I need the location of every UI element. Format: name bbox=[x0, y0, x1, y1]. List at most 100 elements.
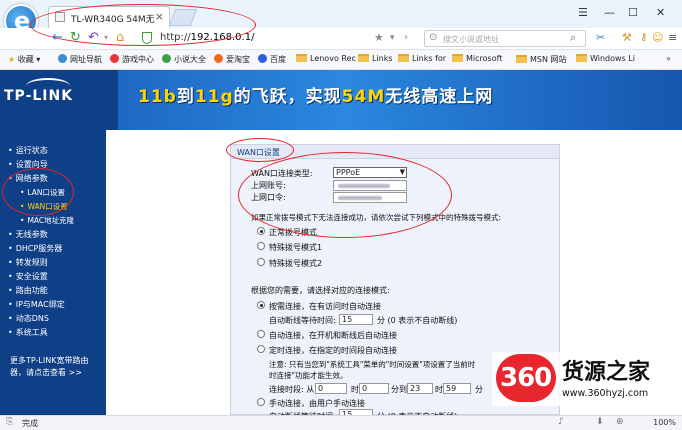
hour-unit: 时 bbox=[351, 385, 359, 394]
search-placeholder: 搜文小说或地址 bbox=[443, 35, 499, 44]
sidebar-item-status[interactable]: 运行状态 bbox=[8, 145, 48, 156]
dial-mode-normal-radio[interactable] bbox=[257, 227, 265, 235]
wrench-icon[interactable]: ⚒ bbox=[622, 31, 632, 45]
go-icon[interactable]: › bbox=[404, 31, 408, 45]
bookmark-folder[interactable]: Windows Li bbox=[576, 54, 635, 63]
bookmark-folder[interactable]: Links for bbox=[398, 54, 446, 63]
period-to-minute-input[interactable]: 59 bbox=[443, 383, 471, 394]
hour-unit: 时 bbox=[435, 385, 443, 394]
download-icon[interactable]: ⬇ bbox=[596, 417, 604, 427]
auto-disconnect-unit: 分 (0 表示不自动断线) bbox=[377, 316, 458, 325]
more-bookmarks-icon[interactable]: » bbox=[666, 54, 671, 63]
sidebar-item-dhcp[interactable]: DHCP服务器 bbox=[8, 243, 63, 254]
game-icon bbox=[110, 54, 119, 63]
connect-mode-title: 根据您的需要，请选择对应的连接模式: bbox=[251, 286, 390, 295]
bookmark-label: Microsoft bbox=[466, 54, 503, 63]
sidebar-item-security[interactable]: 安全设置 bbox=[8, 271, 48, 282]
bookmark-item[interactable]: 游戏中心 bbox=[110, 54, 154, 65]
bookmark-folder[interactable]: Lenovo Rec bbox=[296, 54, 356, 63]
slogan-part: 11b bbox=[138, 87, 177, 107]
bookmark-folder[interactable]: Links bbox=[358, 54, 393, 63]
window-close-icon[interactable]: ✕ bbox=[656, 6, 665, 19]
more-products-link[interactable]: 更多TP-LINK宽带路由器，请点击查看 >> bbox=[10, 355, 102, 379]
period-label: 连接时段: 从 bbox=[269, 385, 315, 394]
chevron-down-icon[interactable]: ▾ bbox=[390, 31, 395, 45]
search-box[interactable]: ⊙ 搜文小说或地址 bbox=[424, 30, 586, 47]
baidu-paw-icon bbox=[258, 54, 267, 63]
smiley-icon[interactable]: ☺ bbox=[652, 31, 663, 45]
minimize-icon[interactable]: — bbox=[604, 6, 615, 19]
watermark-badge-text: 360 bbox=[500, 363, 552, 393]
timed-note: 注意: 只有当您到"系统工具"菜单的"时间设置"项设置了当前时 bbox=[269, 360, 476, 369]
bookmark-label: 爱淘宝 bbox=[226, 55, 250, 64]
bookmark-item[interactable]: 爱淘宝 bbox=[214, 54, 250, 65]
dial-mode-special2-radio[interactable] bbox=[257, 258, 265, 266]
search-engine-icon: ⊙ bbox=[429, 32, 438, 43]
dial-mode-label: 特殊拨号模式2 bbox=[269, 259, 323, 268]
minute-unit: 分 bbox=[475, 385, 483, 394]
globe-icon bbox=[58, 54, 67, 63]
connect-on-demand-radio[interactable] bbox=[257, 301, 265, 309]
bookmark-item[interactable]: 网址导航 bbox=[58, 54, 102, 65]
taobao-icon bbox=[214, 54, 223, 63]
menu-icon[interactable]: ≡ bbox=[668, 31, 677, 45]
sidebar-item-mac-clone[interactable]: MAC地址克隆 bbox=[20, 215, 74, 226]
dial-mode-special1-radio[interactable] bbox=[257, 242, 265, 250]
slogan-part: 54M bbox=[341, 87, 386, 107]
connect-timed-radio[interactable] bbox=[257, 345, 265, 353]
watermark-badge: 360 bbox=[496, 354, 556, 402]
slogan-part: 的飞跃，实现 bbox=[233, 87, 342, 107]
connect-auto-radio[interactable] bbox=[257, 330, 265, 338]
bookmark-folder[interactable]: MSN 网站 bbox=[516, 54, 567, 65]
period-from-hour-input[interactable]: 0 bbox=[315, 383, 347, 394]
folder-icon bbox=[398, 54, 409, 62]
watermark-url: www.360hyzj.com bbox=[562, 388, 649, 399]
bookmark-item[interactable]: 小说大全 bbox=[162, 54, 206, 65]
watermark: 360 货源之家 www.360hyzj.com bbox=[492, 352, 682, 406]
bookmark-label: Windows Li bbox=[590, 54, 635, 63]
bookmark-folder[interactable]: Microsoft bbox=[452, 54, 502, 63]
scissors-icon[interactable]: ✂ bbox=[596, 31, 605, 45]
bookmark-label: 小说大全 bbox=[174, 55, 206, 64]
maximize-icon[interactable]: ☐ bbox=[628, 6, 638, 19]
sidebar-item-routing[interactable]: 路由功能 bbox=[8, 285, 48, 296]
sidebar-item-ip-mac-binding[interactable]: IP与MAC绑定 bbox=[8, 299, 65, 310]
bookmark-item[interactable]: 百度 bbox=[258, 54, 286, 65]
connect-mode-label: 按需连接，在有访问时自动连接 bbox=[269, 302, 381, 311]
connect-manual-radio[interactable] bbox=[257, 398, 265, 406]
period-from-minute-input[interactable]: 0 bbox=[359, 383, 389, 394]
book-icon bbox=[162, 54, 171, 63]
annotation-ellipse-address bbox=[30, 4, 256, 46]
search-icon[interactable]: ⌕ bbox=[570, 31, 576, 45]
folder-icon bbox=[358, 54, 369, 62]
lock-icon[interactable]: ⚷ bbox=[640, 31, 647, 45]
bookmark-item[interactable]: ★ 收藏 ▾ bbox=[8, 54, 40, 65]
sidebar-item-system-tools[interactable]: 系统工具 bbox=[8, 327, 48, 338]
timed-note: 时连接"功能才能生效。 bbox=[269, 371, 348, 380]
annotation-ellipse-sidebar bbox=[2, 168, 74, 216]
star-icon[interactable]: ★ bbox=[374, 31, 384, 45]
banner-slogan: 11b到11g的飞跃，实现54M无线高速上网 bbox=[138, 82, 493, 107]
bookmark-label: 百度 bbox=[270, 55, 286, 64]
zoom-icon[interactable]: ⊕ bbox=[616, 417, 624, 427]
status-text: 完成 bbox=[22, 419, 38, 428]
slogan-part: 无线高速上网 bbox=[385, 87, 494, 107]
period-to-hour-input[interactable]: 23 bbox=[407, 383, 433, 394]
status-bar: ⎘ 完成 ♪ ⬇ ⊕ 100% bbox=[0, 415, 682, 430]
auto-disconnect-input[interactable]: 15 bbox=[339, 314, 373, 325]
auto-disconnect-label: 自动断线等待时间: bbox=[269, 316, 336, 325]
dial-mode-label: 特殊拨号模式1 bbox=[269, 243, 323, 252]
sidebar-item-ddns[interactable]: 动态DNS bbox=[8, 313, 49, 324]
folder-icon bbox=[296, 54, 307, 62]
period-to-label: 分到 bbox=[391, 385, 407, 394]
slogan-part: 11g bbox=[194, 87, 234, 107]
bookmarks-bar: ★ 收藏 ▾ 网址导航 游戏中心 小说大全 爱淘宝 百度 Lenovo Rec … bbox=[0, 50, 682, 70]
skin-icon[interactable]: ☰ bbox=[578, 6, 588, 19]
speaker-icon[interactable]: ♪ bbox=[558, 417, 564, 427]
sidebar-item-wireless[interactable]: 无线参数 bbox=[8, 229, 48, 240]
bookmark-label: 游戏中心 bbox=[122, 55, 154, 64]
zoom-level[interactable]: 100% bbox=[653, 418, 676, 427]
sidebar-item-forwarding[interactable]: 转发规则 bbox=[8, 257, 48, 268]
folder-icon bbox=[452, 54, 463, 62]
tp-link-logo: TP-LINK bbox=[4, 88, 74, 104]
